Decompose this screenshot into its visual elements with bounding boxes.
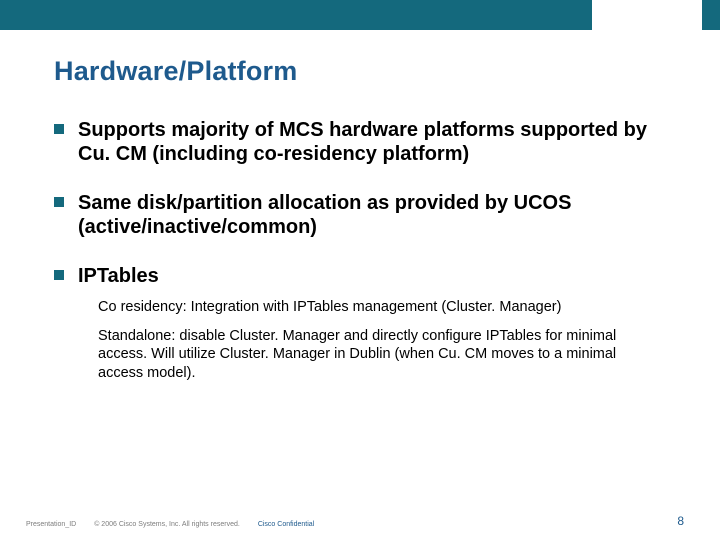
bullet-item: IPTables [54, 264, 680, 288]
footer: Presentation_ID © 2006 Cisco Systems, In… [26, 521, 694, 528]
footer-page-number: 8 [677, 514, 684, 528]
content-area: Supports majority of MCS hardware platfo… [54, 118, 680, 390]
header-bar [0, 0, 720, 30]
bullet-item: Same disk/partition allocation as provid… [54, 191, 680, 240]
bullet-text: Same disk/partition allocation as provid… [78, 192, 571, 238]
footer-copyright: © 2006 Cisco Systems, Inc. All rights re… [94, 521, 240, 528]
bullet-square-icon [54, 197, 64, 207]
bullet-text: IPTables [78, 265, 159, 287]
slide-title: Hardware/Platform [54, 56, 297, 87]
bullet-square-icon [54, 270, 64, 280]
sub-bullet: Standalone: disable Cluster. Manager and… [98, 327, 680, 383]
footer-presentation-id: Presentation_ID [26, 521, 76, 528]
bullet-item: Supports majority of MCS hardware platfo… [54, 118, 680, 167]
bullet-text: Supports majority of MCS hardware platfo… [78, 119, 647, 165]
slide: Hardware/Platform Supports majority of M… [0, 0, 720, 540]
footer-confidential: Cisco Confidential [258, 521, 314, 528]
bullet-square-icon [54, 124, 64, 134]
sub-bullet: Co residency: Integration with IPTables … [98, 298, 680, 317]
